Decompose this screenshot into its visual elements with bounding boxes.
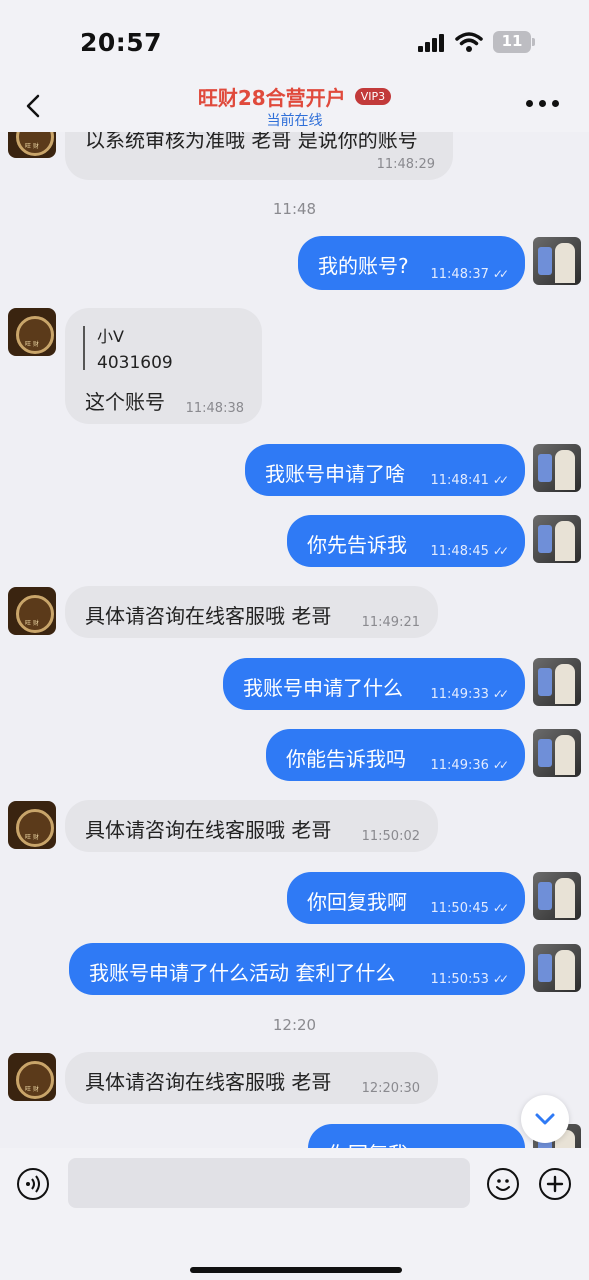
online-status: 当前在线	[266, 113, 323, 129]
message-input[interactable]	[68, 1158, 470, 1208]
read-check-icon: ✓✓	[492, 901, 509, 915]
time-separator: 11:48	[272, 200, 317, 218]
chat-title[interactable]: 旺财28合营开户	[198, 82, 346, 111]
message-list[interactable]: 以系统审核为准哦 老哥 是说你的账号 11:48:29 11:48 我的账号? …	[0, 132, 589, 1148]
scroll-to-bottom-button[interactable]	[521, 1095, 569, 1143]
user-avatar[interactable]	[533, 729, 581, 777]
message-bubble-sent[interactable]: 你回复我啊 11:50:45 ✓✓	[287, 872, 525, 924]
read-check-icon: ✓✓	[492, 473, 509, 487]
wifi-icon	[455, 32, 483, 52]
vip-badge: VIP3	[354, 88, 392, 105]
read-check-icon: ✓✓	[492, 972, 509, 986]
more-icon[interactable]	[526, 100, 560, 108]
battery-level: 11	[501, 32, 523, 50]
user-avatar[interactable]	[533, 872, 581, 920]
voice-icon[interactable]	[17, 1168, 49, 1200]
agent-avatar[interactable]	[8, 308, 56, 356]
message-bubble-received[interactable]: 以系统审核为准哦 老哥 是说你的账号 11:48:29	[65, 132, 453, 180]
message-bubble-received[interactable]: 小V 4031609 这个账号 11:48:38	[65, 308, 262, 424]
message-bubble-received[interactable]: 具体请咨询在线客服哦 老哥 11:49:21	[65, 586, 438, 638]
add-icon[interactable]	[539, 1168, 571, 1200]
message-bubble-sent[interactable]: 我账号申请了什么 11:49:33 ✓✓	[223, 658, 525, 710]
read-check-icon: ✓✓	[492, 544, 509, 558]
message-bubble-sent[interactable]: 你先告诉我 11:48:45 ✓✓	[287, 515, 525, 567]
read-check-icon: ✓✓	[492, 267, 509, 281]
status-bar: 20:57 11	[0, 0, 589, 80]
chat-header: 旺财28合营开户 VIP3 当前在线	[0, 80, 589, 132]
emoji-icon[interactable]	[487, 1168, 519, 1200]
user-avatar[interactable]	[533, 237, 581, 285]
message-bubble-received[interactable]: 具体请咨询在线客服哦 老哥 11:50:02	[65, 800, 438, 852]
home-indicator[interactable]	[190, 1267, 402, 1273]
message-bubble-received[interactable]: 具体请咨询在线客服哦 老哥 12:20:30	[65, 1052, 438, 1104]
user-avatar[interactable]	[533, 515, 581, 563]
signal-icon	[418, 34, 448, 52]
composer-bar	[0, 1148, 589, 1280]
message-bubble-sent[interactable]: 你回复我	[308, 1124, 525, 1148]
time-separator: 12:20	[272, 1016, 317, 1034]
message-bubble-sent[interactable]: 我账号申请了啥 11:48:41 ✓✓	[245, 444, 525, 496]
message-bubble-sent[interactable]: 你能告诉我吗 11:49:36 ✓✓	[266, 729, 525, 781]
battery-icon: 11	[493, 31, 535, 53]
agent-avatar[interactable]	[8, 801, 56, 849]
chevron-down-icon	[535, 1113, 555, 1125]
user-avatar[interactable]	[533, 444, 581, 492]
user-avatar[interactable]	[533, 658, 581, 706]
user-avatar[interactable]	[533, 944, 581, 992]
quoted-message: 小V 4031609	[83, 326, 173, 373]
status-time: 20:57	[80, 28, 163, 57]
message-bubble-sent[interactable]: 我账号申请了什么活动 套利了什么 11:50:53 ✓✓	[69, 943, 525, 995]
read-check-icon: ✓✓	[492, 687, 509, 701]
agent-avatar[interactable]	[8, 132, 56, 158]
agent-avatar[interactable]	[8, 587, 56, 635]
read-check-icon: ✓✓	[492, 758, 509, 772]
agent-avatar[interactable]	[8, 1053, 56, 1101]
chat-title-wrap[interactable]: 旺财28合营开户 VIP3	[0, 82, 589, 111]
message-bubble-sent[interactable]: 我的账号? 11:48:37 ✓✓	[298, 236, 525, 290]
